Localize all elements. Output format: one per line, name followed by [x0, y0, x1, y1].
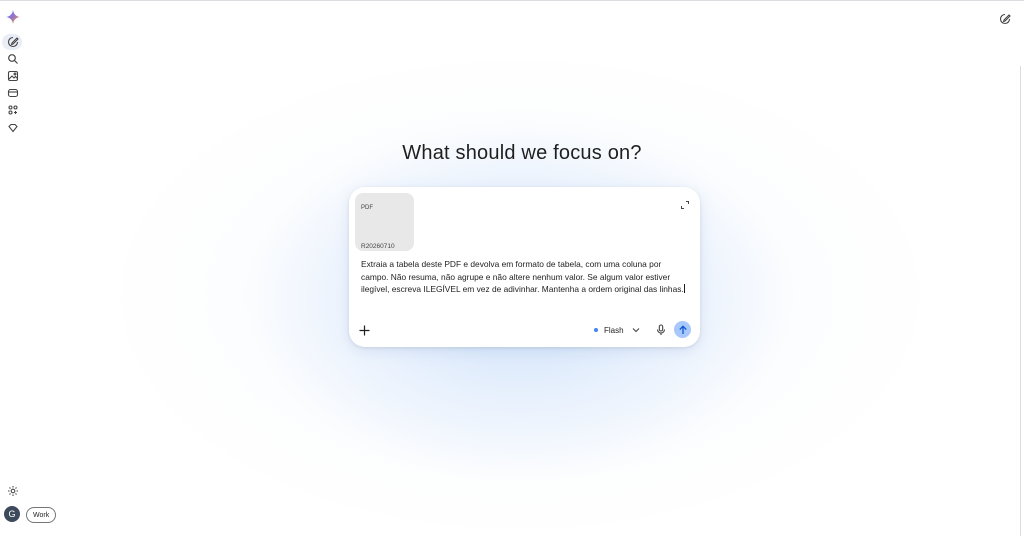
prompt-input[interactable]: Extraia a tabela deste PDF e devolva em … [361, 258, 686, 296]
expand-icon[interactable] [680, 197, 690, 209]
search-icon[interactable] [6, 52, 20, 66]
model-dot-icon [594, 328, 598, 332]
model-selector[interactable]: Flash [594, 324, 640, 336]
prompt-text: Extraia a tabela deste PDF e devolva em … [361, 259, 684, 295]
avatar[interactable]: G [4, 506, 20, 522]
pdf-attachment[interactable]: PDF R20260710 [355, 193, 414, 251]
settings-icon[interactable] [6, 484, 19, 497]
text-caret [683, 284, 685, 294]
attachment-name: R20260710 [361, 243, 395, 250]
add-attachment-button[interactable] [358, 324, 370, 336]
apps-icon[interactable] [6, 103, 20, 117]
gem-icon[interactable] [6, 121, 20, 135]
attachment-type: PDF [361, 205, 373, 211]
prompt-composer: PDF R20260710 Extraia a tabela deste PDF… [349, 187, 700, 347]
app-window: What should we focus on? PDF R20260710 E… [0, 0, 1024, 550]
scrollbar[interactable] [1020, 66, 1021, 536]
workspace-chip[interactable]: Work [26, 507, 57, 523]
microphone-button[interactable] [655, 324, 667, 336]
send-button[interactable] [674, 321, 691, 338]
model-label: Flash [604, 325, 624, 335]
edit-icon[interactable] [998, 12, 1012, 26]
top-divider [0, 0, 1024, 1]
page-title: What should we focus on? [402, 142, 642, 164]
canvas-icon[interactable] [6, 86, 20, 100]
new-chat-icon[interactable] [6, 35, 20, 49]
image-icon[interactable] [6, 69, 20, 83]
chevron-down-icon [632, 326, 640, 335]
gemini-sparkle-icon[interactable] [6, 10, 20, 24]
